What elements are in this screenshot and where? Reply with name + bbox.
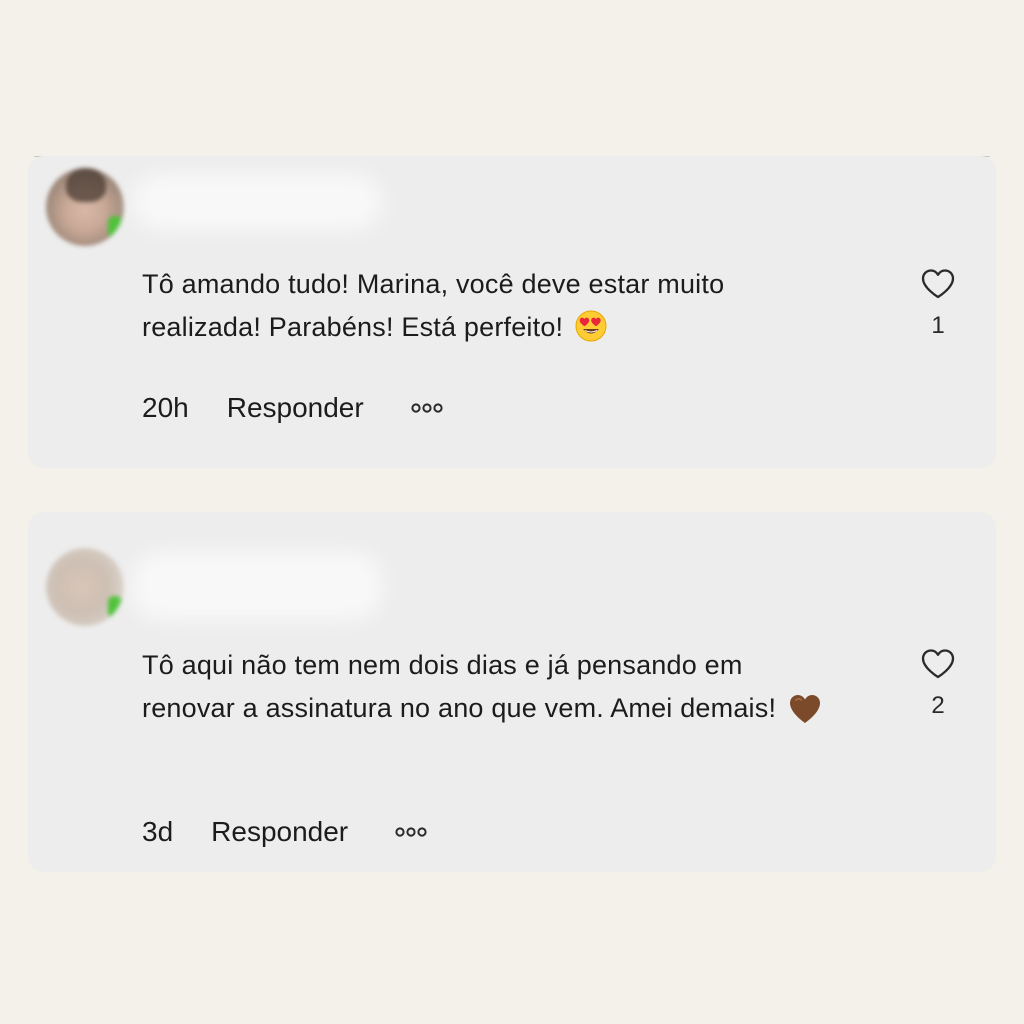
three-dots-icon[interactable] <box>410 402 444 414</box>
online-badge-icon <box>108 596 122 618</box>
comment-timestamp: 20h <box>142 392 189 423</box>
comment-actions: 3d Responder <box>142 816 428 848</box>
online-badge-icon <box>108 216 122 238</box>
like-control: 1 <box>916 268 960 340</box>
heart-outline-icon[interactable] <box>920 648 956 680</box>
three-dots-icon[interactable] <box>394 826 428 838</box>
like-count: 2 <box>931 692 945 719</box>
comment-body: Tô amando tudo! Marina, você deve estar … <box>142 269 725 342</box>
comment-text: Tô aqui não tem nem dois dias e já pensa… <box>142 644 842 730</box>
brown-heart-emoji-icon <box>789 695 820 723</box>
username-redacted <box>132 174 382 230</box>
comment-text: Tô amando tudo! Marina, você deve estar … <box>142 263 842 349</box>
like-count: 1 <box>931 312 945 339</box>
comment-actions: 20h Responder <box>142 392 444 424</box>
comment-card: Tô amando tudo! Marina, você deve estar … <box>28 156 996 468</box>
reply-button[interactable]: Responder <box>211 816 348 848</box>
comment-timestamp: 3d <box>142 816 174 847</box>
username-redacted <box>132 552 382 620</box>
heart-outline-icon[interactable] <box>920 268 956 300</box>
reply-button[interactable]: Responder <box>227 392 364 424</box>
like-control: 2 <box>916 648 960 720</box>
comment-body: Tô aqui não tem nem dois dias e já pensa… <box>142 650 777 723</box>
heart-eyes-emoji-icon <box>575 310 607 342</box>
avatar[interactable] <box>46 168 124 246</box>
comment-card: Tô aqui não tem nem dois dias e já pensa… <box>28 512 996 872</box>
avatar[interactable] <box>46 548 124 626</box>
